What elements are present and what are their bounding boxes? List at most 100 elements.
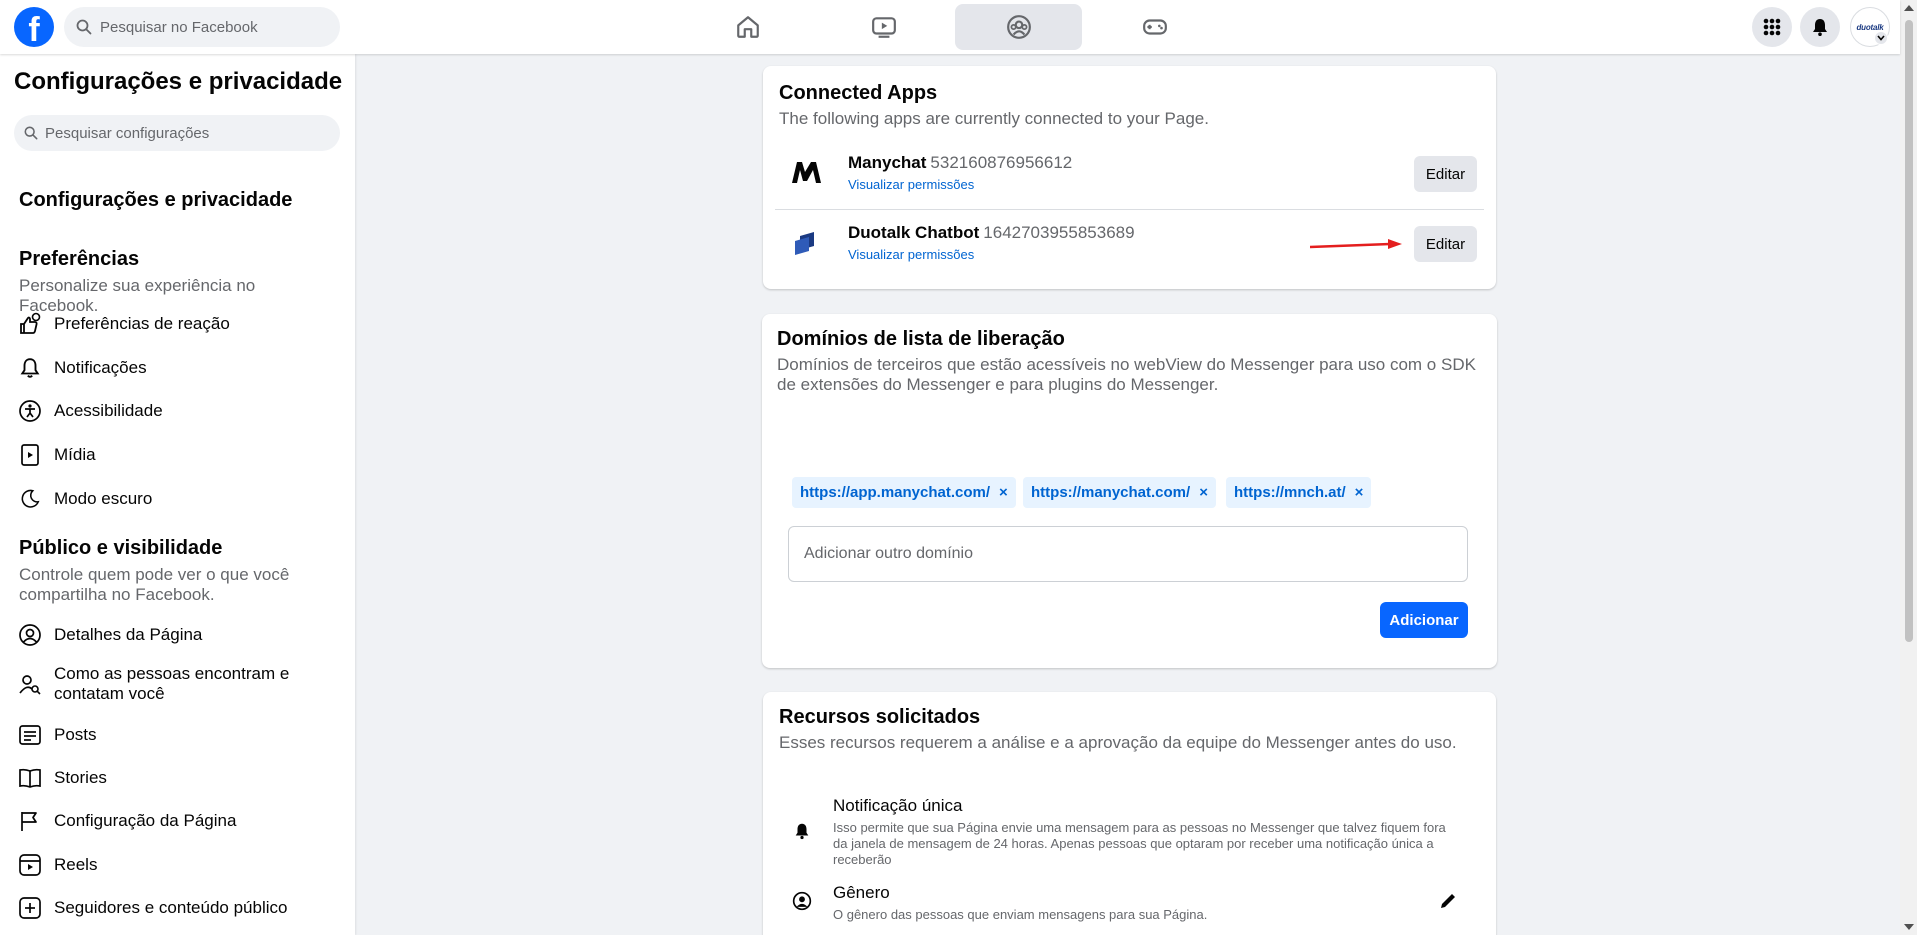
preferences-heading: Preferências bbox=[19, 248, 140, 270]
whitelisted-domains-subtitle: Domínios de terceiros que estão acessíve… bbox=[777, 355, 1476, 394]
sidebar-title: Configurações e privacidade bbox=[14, 68, 343, 95]
annotation-arrow bbox=[1310, 239, 1402, 249]
settings-search-input[interactable]: Pesquisar configurações bbox=[14, 115, 340, 151]
divider bbox=[775, 209, 1484, 210]
bell-icon bbox=[18, 356, 42, 380]
sidebar-item-notifications[interactable]: Notificações bbox=[18, 356, 338, 380]
user-circle-icon bbox=[791, 890, 813, 912]
accessibility-icon bbox=[18, 399, 42, 423]
posts-icon bbox=[18, 723, 42, 747]
groups-icon bbox=[1006, 15, 1031, 39]
view-permissions-link[interactable]: Visualizar permissões bbox=[848, 177, 974, 192]
sidebar-item-page-details[interactable]: Detalhes da Página bbox=[18, 623, 338, 647]
sidebar-item-label: Posts bbox=[54, 725, 97, 744]
app-name: Duotalk Chatbot 1642703955853689 bbox=[848, 223, 1135, 243]
requested-feature-desc: Isso permite que sua Página envie uma me… bbox=[833, 820, 1446, 867]
moon-icon bbox=[18, 487, 42, 511]
sidebar-item-followers[interactable]: Seguidores e conteúdo público bbox=[18, 896, 338, 920]
sidebar-item-label: Notificações bbox=[54, 358, 147, 377]
notifications-button[interactable] bbox=[1800, 7, 1840, 47]
facebook-search-input[interactable]: Pesquisar no Facebook bbox=[64, 7, 340, 47]
settings-sidebar: Configurações e privacidade Pesquisar co… bbox=[0, 54, 355, 935]
sidebar-item-label: Preferências de reação bbox=[54, 314, 230, 333]
app-row: Manychat 532160876956612 Visualizar permi… bbox=[763, 153, 1496, 224]
nav-tab-home[interactable] bbox=[684, 4, 811, 50]
preferences-subtitle: Personalize sua experiência no Facebook. bbox=[19, 276, 256, 315]
sidebar-item-accessibility[interactable]: Acessibilidade bbox=[18, 399, 338, 423]
sidebar-item-reaction-preferences[interactable]: Preferências de reação bbox=[18, 312, 338, 336]
edit-app-button[interactable]: Editar bbox=[1414, 156, 1477, 192]
remove-domain-icon[interactable]: × bbox=[1199, 484, 1208, 501]
requested-features-title: Recursos solicitados bbox=[779, 706, 981, 728]
search-icon bbox=[76, 19, 92, 35]
edit-app-button[interactable]: Editar bbox=[1414, 226, 1477, 262]
page-scrollbar[interactable] bbox=[1900, 0, 1917, 935]
whitelisted-domains-title: Domínios de lista de liberação bbox=[777, 328, 1065, 350]
view-permissions-link[interactable]: Visualizar permissões bbox=[848, 247, 974, 262]
app-name: Manychat 532160876956612 bbox=[848, 153, 1072, 173]
nav-tab-video[interactable] bbox=[820, 4, 947, 50]
domain-chip-label: https://mnch.at/ bbox=[1234, 484, 1346, 501]
sidebar-item-label: Modo escuro bbox=[54, 489, 153, 508]
add-domain-input[interactable]: Adicionar outro domínio bbox=[788, 526, 1468, 582]
sidebar-item-label: Detalhes da Página bbox=[54, 625, 203, 644]
sidebar-item-stories[interactable]: Stories bbox=[18, 766, 338, 790]
sidebar-item-label: Stories bbox=[54, 768, 107, 787]
reels-icon bbox=[18, 853, 42, 877]
requested-feature-title: Notificação única bbox=[833, 796, 963, 815]
facebook-logo[interactable]: f bbox=[14, 7, 54, 47]
sidebar-item-dark-mode[interactable]: Modo escuro bbox=[18, 487, 338, 511]
remove-domain-icon[interactable]: × bbox=[1355, 484, 1364, 501]
sidebar-item-label: Mídia bbox=[54, 445, 96, 464]
video-icon bbox=[871, 17, 896, 38]
sidebar-item-how-people-find-you[interactable]: Como as pessoas encontram e contatam voc… bbox=[18, 664, 338, 704]
requested-feature-title: Gênero bbox=[833, 883, 890, 902]
nav-tab-gaming[interactable] bbox=[1091, 4, 1218, 50]
domain-chip-label: https://app.manychat.com/ bbox=[800, 484, 991, 501]
flag-icon bbox=[18, 809, 42, 833]
app-name-text: Duotalk Chatbot bbox=[848, 223, 980, 242]
requested-feature-desc: O gênero das pessoas que enviam mensagen… bbox=[833, 907, 1208, 922]
domain-chip: https://manychat.com/ × bbox=[1023, 477, 1216, 508]
duotalk-logo bbox=[789, 225, 825, 261]
connected-apps-subtitle: The following apps are currently connect… bbox=[779, 109, 1209, 128]
nav-tab-groups[interactable] bbox=[955, 4, 1082, 50]
search-placeholder: Pesquisar no Facebook bbox=[100, 18, 258, 36]
add-domain-placeholder: Adicionar outro domínio bbox=[804, 545, 973, 562]
top-navigation-bar: f Pesquisar no Facebook duotalk bbox=[0, 0, 1900, 54]
user-circle-icon bbox=[18, 623, 42, 647]
scroll-down-arrow[interactable] bbox=[1904, 924, 1914, 930]
settings-search-placeholder: Pesquisar configurações bbox=[45, 124, 210, 142]
scrollbar-thumb[interactable] bbox=[1905, 20, 1913, 642]
sidebar-item-media[interactable]: Mídia bbox=[18, 443, 338, 467]
account-menu-caret[interactable] bbox=[1874, 31, 1888, 45]
domain-chip: https://app.manychat.com/ × bbox=[792, 477, 1016, 508]
remove-domain-icon[interactable]: × bbox=[999, 484, 1008, 501]
sidebar-item-posts[interactable]: Posts bbox=[18, 723, 338, 747]
sidebar-item-label: Acessibilidade bbox=[54, 401, 163, 420]
domain-chip-label: https://manychat.com/ bbox=[1031, 484, 1191, 501]
audience-heading: Público e visibilidade bbox=[19, 537, 223, 559]
bell-icon bbox=[791, 820, 813, 842]
scroll-up-arrow[interactable] bbox=[1904, 5, 1914, 11]
sidebar-item-page-setup[interactable]: Configuração da Página bbox=[18, 809, 338, 833]
home-icon bbox=[736, 16, 759, 38]
bell-icon bbox=[1813, 19, 1827, 36]
sidebar-section-title: Configurações e privacidade bbox=[19, 189, 293, 211]
chevron-down-icon bbox=[1877, 35, 1885, 41]
stories-icon bbox=[18, 766, 42, 790]
pencil-icon[interactable] bbox=[1437, 890, 1459, 912]
sidebar-item-reels[interactable]: Reels bbox=[18, 853, 338, 877]
plus-square-icon bbox=[18, 896, 42, 920]
media-icon bbox=[18, 443, 42, 467]
sidebar-item-label: Como as pessoas encontram e contatam voc… bbox=[54, 664, 290, 703]
audience-subtitle: Controle quem pode ver o que você compar… bbox=[19, 565, 290, 604]
add-domain-button[interactable]: Adicionar bbox=[1380, 602, 1468, 638]
app-id: 1642703955853689 bbox=[983, 223, 1135, 242]
menu-button[interactable] bbox=[1752, 7, 1792, 47]
app-id: 532160876956612 bbox=[930, 153, 1073, 172]
app-row: Duotalk Chatbot 1642703955853689 Visualiz… bbox=[763, 223, 1496, 294]
connected-apps-card: Connected Apps The following apps are cu… bbox=[763, 66, 1496, 289]
gaming-icon bbox=[1142, 19, 1167, 35]
app-name-text: Manychat bbox=[848, 153, 927, 172]
